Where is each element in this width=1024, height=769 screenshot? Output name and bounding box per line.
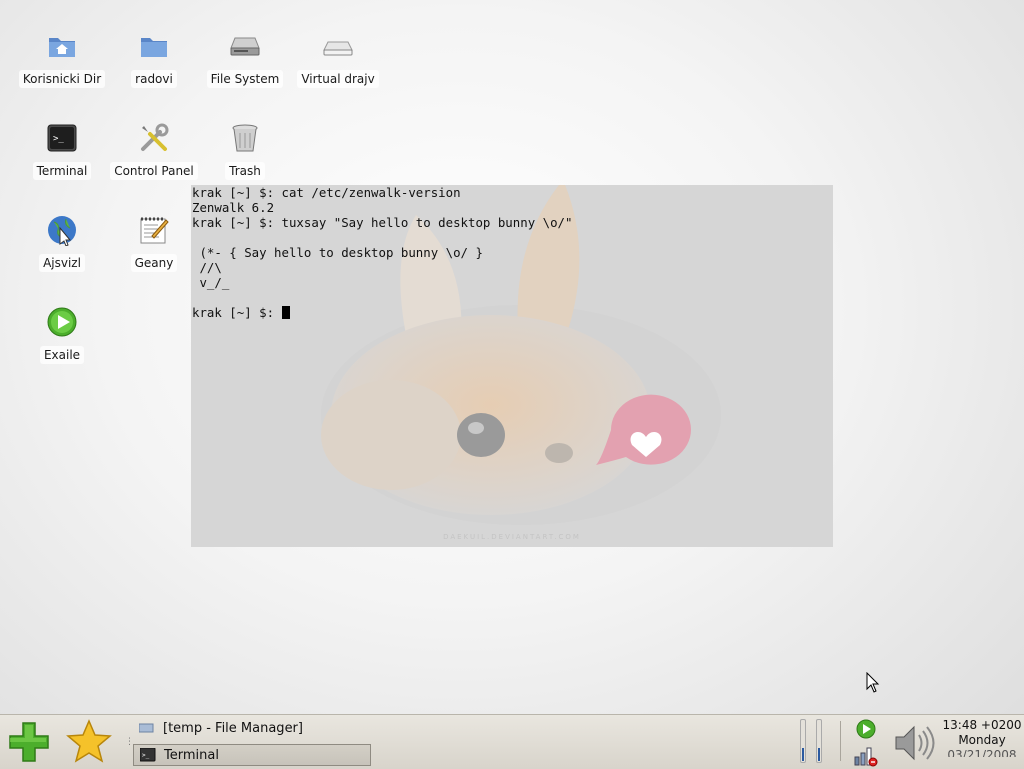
terminal-icon: >_ <box>47 124 77 152</box>
text-editor-icon <box>140 217 169 244</box>
favorites-star-icon[interactable] <box>66 719 112 763</box>
terminal-line: v_/_ <box>192 275 230 290</box>
terminal-icon: >_ <box>140 748 156 762</box>
globe-icon <box>48 216 76 246</box>
wallpaper-watermark: DAEKUIL.DEVIANTART.COM <box>443 533 581 541</box>
desktop-icon-ajsvizl[interactable]: Ajsvizl <box>16 214 108 272</box>
desktop-icon-korisnicki-dir[interactable]: Korisnicki Dir <box>16 30 108 88</box>
svg-text:>_: >_ <box>53 134 64 144</box>
clock-date: 03/21/2008 <box>947 748 1017 757</box>
graph-fill <box>818 748 820 761</box>
desktop-icon-label: Geany <box>130 254 178 272</box>
task-file-manager[interactable]: [temp - File Manager] <box>133 717 371 739</box>
mouse-pointer-icon <box>866 672 880 693</box>
desktop-icon-exaile[interactable]: Exaile <box>16 306 108 364</box>
desktop-icon-control-panel[interactable]: Control Panel <box>108 122 200 180</box>
panel-separator <box>840 721 841 761</box>
task-label: Terminal <box>164 747 219 763</box>
svg-text:>_: >_ <box>142 752 150 759</box>
clock-time: 13:48 +0200 <box>942 718 1022 732</box>
clock-date-clipped: 03/21/2008 <box>940 748 1024 757</box>
trash-icon <box>232 124 258 152</box>
desktop-icon-label: Virtual drajv <box>297 70 379 88</box>
folder-icon <box>141 38 167 57</box>
media-player-icon[interactable] <box>856 719 876 739</box>
clock[interactable]: 13:48 +0200 Monday 03/21/2008 <box>940 718 1024 757</box>
graph-fill <box>802 748 804 761</box>
volume-icon[interactable] <box>892 723 936 763</box>
terminal-line: krak [~] $: tuxsay "Say hello to desktop… <box>192 215 573 230</box>
desktop-icon-geany[interactable]: Geany <box>108 214 200 272</box>
task-label: [temp - File Manager] <box>163 720 303 736</box>
desktop-icon-label: Terminal <box>32 162 92 180</box>
control-panel-icon <box>141 123 169 151</box>
cpu-graph-icon[interactable] <box>800 719 806 763</box>
desktop-icon-label: Ajsvizl <box>39 254 85 272</box>
terminal-prompt[interactable]: krak [~] $: <box>192 305 282 320</box>
add-menu-icon[interactable] <box>8 721 50 763</box>
desktop-icon-label: Korisnicki Dir <box>18 70 106 88</box>
terminal-line: Zenwalk 6.2 <box>192 200 275 215</box>
desktop-icon-label: radovi <box>131 70 177 88</box>
desktop-icon-trash[interactable]: Trash <box>199 122 291 180</box>
desktop-icon-label: File System <box>206 70 284 88</box>
home-folder-icon <box>49 38 75 57</box>
desktop-icon-label: Trash <box>225 162 265 180</box>
terminal-line: (*- { Say hello to desktop bunny \o/ } <box>192 245 483 260</box>
desktop-icon-virtual-drajv[interactable]: Virtual drajv <box>292 30 384 88</box>
bottom-panel: ⋮ [temp - File Manager] >_ Terminal 13:4… <box>0 714 1024 769</box>
desktop-icon-file-system[interactable]: File System <box>199 30 291 88</box>
media-player-icon <box>47 307 77 337</box>
terminal-output: krak [~] $: cat /etc/zenwalk-version Zen… <box>192 185 572 320</box>
hard-drive-icon <box>230 37 260 56</box>
clock-day: Monday <box>958 733 1006 747</box>
terminal-line: //\ <box>192 260 222 275</box>
desktop-icon-label: Control Panel <box>110 162 198 180</box>
terminal-window[interactable]: krak [~] $: cat /etc/zenwalk-version Zen… <box>191 185 833 547</box>
memory-graph-icon[interactable] <box>816 719 822 763</box>
file-manager-icon <box>139 723 154 733</box>
terminal-line: krak [~] $: cat /etc/zenwalk-version <box>192 185 461 200</box>
desktop-icon-radovi[interactable]: radovi <box>108 30 200 88</box>
network-status-icon[interactable] <box>854 743 878 767</box>
desktop-icon-label: Exaile <box>39 346 85 364</box>
removable-drive-icon <box>323 41 353 56</box>
task-terminal[interactable]: >_ Terminal <box>133 744 371 766</box>
desktop-icon-terminal[interactable]: >_ Terminal <box>16 122 108 180</box>
text-cursor <box>281 306 290 319</box>
